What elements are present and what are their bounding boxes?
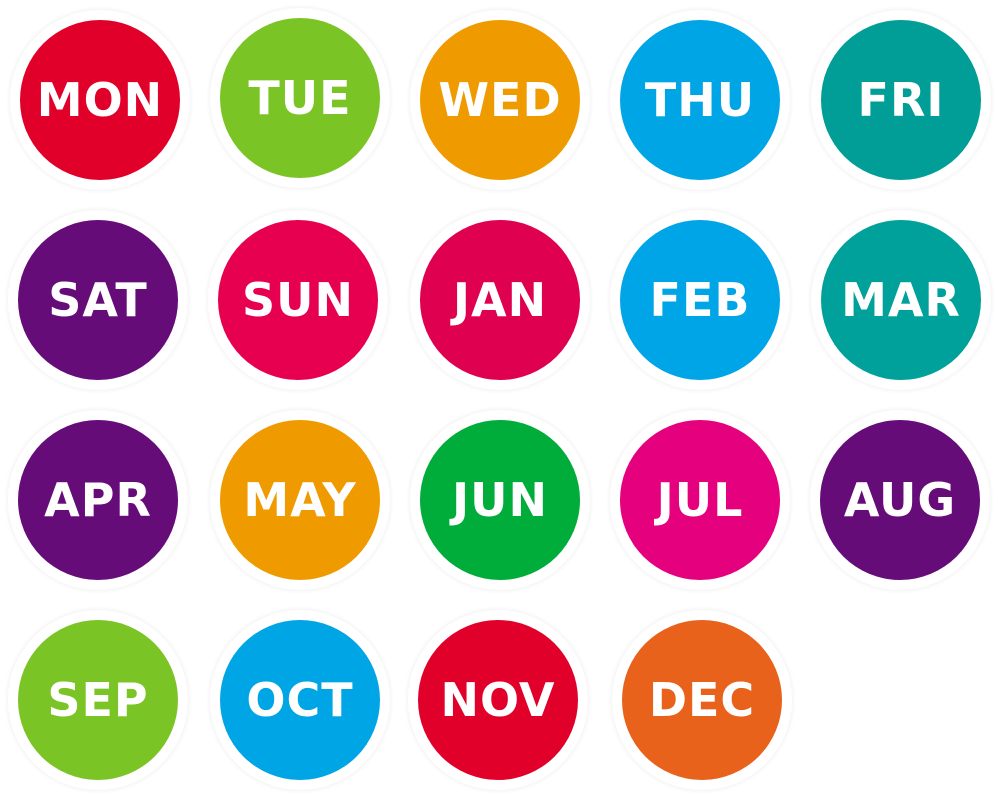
badge-nov: NOV bbox=[408, 610, 588, 790]
badge-label: NOV bbox=[440, 673, 556, 727]
badge-label: FEB bbox=[649, 273, 751, 327]
badge-label: AUG bbox=[843, 473, 957, 527]
badge-label: MON bbox=[36, 73, 164, 127]
badge-tue: TUE bbox=[210, 8, 390, 188]
badge-dec: DEC bbox=[612, 610, 792, 790]
badge-disc: APR bbox=[18, 420, 178, 580]
badge-label: MAY bbox=[243, 473, 357, 527]
badge-disc: MAR bbox=[821, 220, 981, 380]
badge-disc: DEC bbox=[622, 620, 782, 780]
badge-disc: WED bbox=[420, 20, 580, 180]
badge-oct: OCT bbox=[210, 610, 390, 790]
badge-jun: JUN bbox=[410, 410, 590, 590]
badge-mar: MAR bbox=[811, 210, 991, 390]
badge-disc: MAY bbox=[220, 420, 380, 580]
badge-wed: WED bbox=[410, 10, 590, 190]
badge-disc: THU bbox=[620, 20, 780, 180]
badge-apr: APR bbox=[8, 410, 188, 590]
badge-label: OCT bbox=[246, 673, 354, 727]
badge-jul: JUL bbox=[610, 410, 790, 590]
badge-label: THU bbox=[644, 73, 756, 127]
badge-mon: MON bbox=[10, 10, 190, 190]
badge-disc: FRI bbox=[821, 20, 981, 180]
badge-label: TUE bbox=[248, 71, 352, 125]
badge-disc: OCT bbox=[220, 620, 380, 780]
badge-label: SEP bbox=[47, 673, 149, 727]
badge-disc: JUL bbox=[620, 420, 780, 580]
badge-disc: SAT bbox=[18, 220, 178, 380]
badge-aug: AUG bbox=[810, 410, 990, 590]
badge-jan: JAN bbox=[410, 210, 590, 390]
badge-sat: SAT bbox=[8, 210, 188, 390]
badge-disc: NOV bbox=[418, 620, 578, 780]
badge-label: DEC bbox=[648, 673, 756, 727]
badge-disc: TUE bbox=[220, 18, 380, 178]
badge-disc: JAN bbox=[420, 220, 580, 380]
badge-disc: SEP bbox=[18, 620, 178, 780]
badge-label: MAR bbox=[841, 273, 961, 327]
badge-sun: SUN bbox=[208, 210, 388, 390]
badge-label: JUL bbox=[656, 473, 744, 527]
badge-disc: SUN bbox=[218, 220, 378, 380]
badge-disc: FEB bbox=[620, 220, 780, 380]
badge-disc: MON bbox=[20, 20, 180, 180]
badge-thu: THU bbox=[610, 10, 790, 190]
badge-label: FRI bbox=[857, 73, 945, 127]
badge-label: JAN bbox=[452, 273, 548, 327]
badge-label: SUN bbox=[242, 273, 354, 327]
badge-disc: AUG bbox=[820, 420, 980, 580]
badge-sep: SEP bbox=[8, 610, 188, 790]
badge-label: WED bbox=[438, 73, 562, 127]
badge-fri: FRI bbox=[811, 10, 991, 190]
badge-label: JUN bbox=[452, 473, 548, 527]
badge-may: MAY bbox=[210, 410, 390, 590]
badge-label: APR bbox=[44, 473, 152, 527]
badge-feb: FEB bbox=[610, 210, 790, 390]
badge-disc: JUN bbox=[420, 420, 580, 580]
badge-label: SAT bbox=[48, 273, 148, 327]
